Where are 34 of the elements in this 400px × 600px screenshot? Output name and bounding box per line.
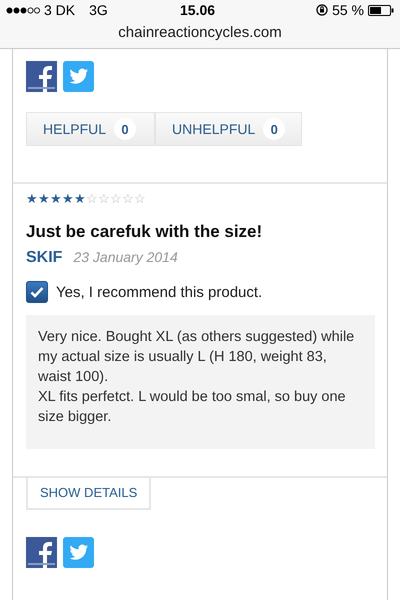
facebook-icon[interactable]	[26, 537, 57, 568]
filled-star-icon: ★	[74, 192, 86, 206]
vote-button[interactable]: UNHELPFUL 0	[155, 112, 302, 146]
battery-icon	[368, 4, 394, 16]
twitter-bird-icon[interactable]	[63, 61, 94, 92]
filled-star-icon: ★	[26, 192, 38, 206]
checkbox[interactable]	[26, 281, 48, 303]
filled-star-icon: ★	[38, 192, 50, 206]
review-text-box: Very nice. Bought XL (as others suggested) while my actual size is usually L (H 180, weight 83, waist 100). XL fits perfetct. L would be too smal, so buy one size bigger.	[26, 315, 375, 449]
review-date: 23 January 2014	[73, 249, 178, 265]
empty-star-icon: ☆	[110, 192, 122, 206]
signal-icon	[6, 6, 40, 14]
empty-star-icon: ☆	[122, 192, 134, 206]
filled-star-icon: ★	[62, 192, 74, 206]
network-type: 3G	[89, 2, 108, 18]
show-details-tab[interactable]: SHOW DETAILS	[26, 478, 152, 510]
checkmark-icon	[30, 286, 44, 298]
battery-percent: 55 %	[332, 2, 364, 18]
clock-time: 15.06	[180, 2, 216, 18]
reviewer-name[interactable]: SKIF	[26, 249, 62, 267]
empty-star-icon: ☆	[86, 192, 98, 206]
rotation-lock-icon	[316, 4, 328, 16]
empty-star-icon: ☆	[98, 192, 110, 206]
address-bar-url[interactable]: chainreactioncycles.com	[118, 24, 282, 41]
review-title: Just be carefuk with the size!	[25, 221, 264, 242]
filled-star-icon: ★	[50, 192, 62, 206]
empty-star-icon: ☆	[134, 192, 146, 206]
facebook-icon[interactable]	[26, 61, 57, 92]
carrier-name: 3 DK	[44, 2, 76, 18]
vote-button[interactable]: HELPFUL 0	[26, 112, 156, 146]
recommend-label: Yes, I recommend this product.	[56, 284, 262, 300]
twitter-bird-icon[interactable]	[63, 537, 94, 568]
vote-count: 0	[263, 118, 286, 140]
vote-count: 0	[114, 118, 136, 140]
